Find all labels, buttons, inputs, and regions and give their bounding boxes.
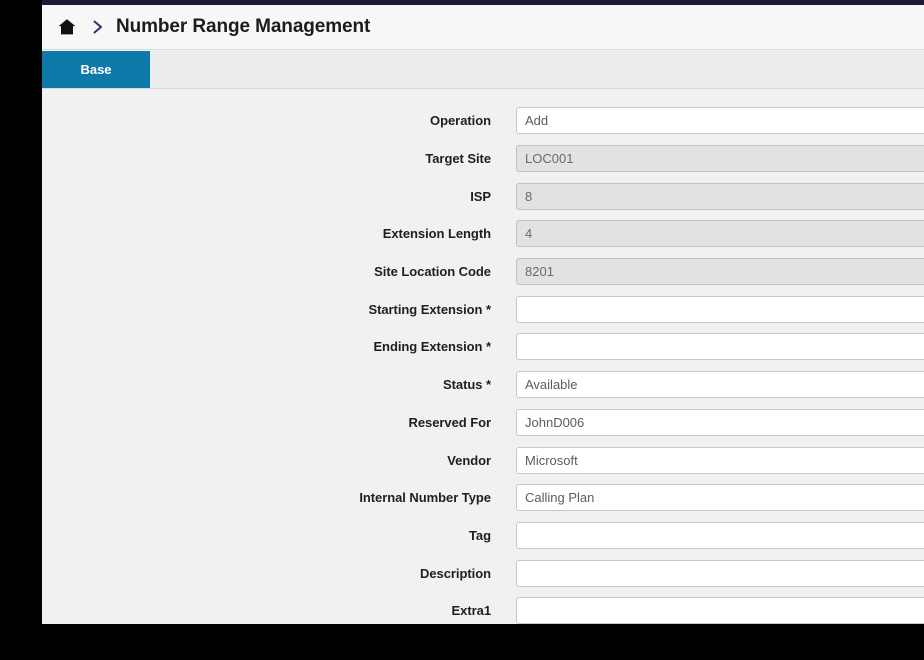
label-starting-extension: Starting Extension * <box>42 302 516 317</box>
label-internal-number-type: Internal Number Type <box>42 490 516 505</box>
input-vendor[interactable]: Microsoft <box>516 447 924 474</box>
input-ending-extension[interactable] <box>516 333 924 360</box>
input-description[interactable] <box>516 560 924 587</box>
label-isp: ISP <box>42 189 516 204</box>
label-description: Description <box>42 566 516 581</box>
input-isp: 8 <box>516 183 924 210</box>
tab-base[interactable]: Base <box>42 51 150 88</box>
page-title: Number Range Management <box>116 16 370 38</box>
label-vendor: Vendor <box>42 453 516 468</box>
tab-base-label: Base <box>80 62 111 77</box>
form-row-extension-length: Extension Length4 <box>42 215 924 253</box>
form-body: OperationAddTarget SiteLOC001ISP8Extensi… <box>42 89 924 624</box>
home-icon[interactable] <box>56 16 78 38</box>
label-operation: Operation <box>42 113 516 128</box>
label-tag: Tag <box>42 528 516 543</box>
form-row-vendor: VendorMicrosoft <box>42 441 924 479</box>
input-operation[interactable]: Add <box>516 107 924 134</box>
header-bar: Number Range Management <box>42 5 924 50</box>
input-target-site: LOC001 <box>516 145 924 172</box>
form-row-ending-extension: Ending Extension * <box>42 328 924 366</box>
form-row-extra1: Extra1 <box>42 592 924 624</box>
input-extension-length: 4 <box>516 220 924 247</box>
label-extension-length: Extension Length <box>42 226 516 241</box>
label-extra1: Extra1 <box>42 603 516 618</box>
tab-strip: Base <box>42 51 924 89</box>
application-viewport: Number Range Management Base OperationAd… <box>42 0 924 624</box>
input-reserved-for[interactable]: JohnD006 <box>516 409 924 436</box>
input-tag[interactable] <box>516 522 924 549</box>
bottom-chrome <box>0 624 924 660</box>
input-internal-number-type[interactable]: Calling Plan <box>516 484 924 511</box>
form-row-operation: OperationAdd <box>42 102 924 140</box>
input-status[interactable]: Available <box>516 371 924 398</box>
label-site-location-code: Site Location Code <box>42 264 516 279</box>
form-row-reserved-for: Reserved ForJohnD006 <box>42 404 924 442</box>
input-extra1[interactable] <box>516 597 924 624</box>
label-ending-extension: Ending Extension * <box>42 339 516 354</box>
form-row-description: Description <box>42 554 924 592</box>
screen: Number Range Management Base OperationAd… <box>0 0 924 660</box>
label-status: Status * <box>42 377 516 392</box>
form-row-target-site: Target SiteLOC001 <box>42 140 924 178</box>
form-row-status: Status *Available <box>42 366 924 404</box>
form-row-site-location-code: Site Location Code8201 <box>42 253 924 291</box>
form-row-starting-extension: Starting Extension * <box>42 290 924 328</box>
chevron-right-icon <box>92 19 104 35</box>
input-starting-extension[interactable] <box>516 296 924 323</box>
form-row-isp: ISP8 <box>42 177 924 215</box>
input-site-location-code: 8201 <box>516 258 924 285</box>
label-target-site: Target Site <box>42 151 516 166</box>
label-reserved-for: Reserved For <box>42 415 516 430</box>
form-row-tag: Tag <box>42 517 924 555</box>
form-row-internal-number-type: Internal Number TypeCalling Plan <box>42 479 924 517</box>
